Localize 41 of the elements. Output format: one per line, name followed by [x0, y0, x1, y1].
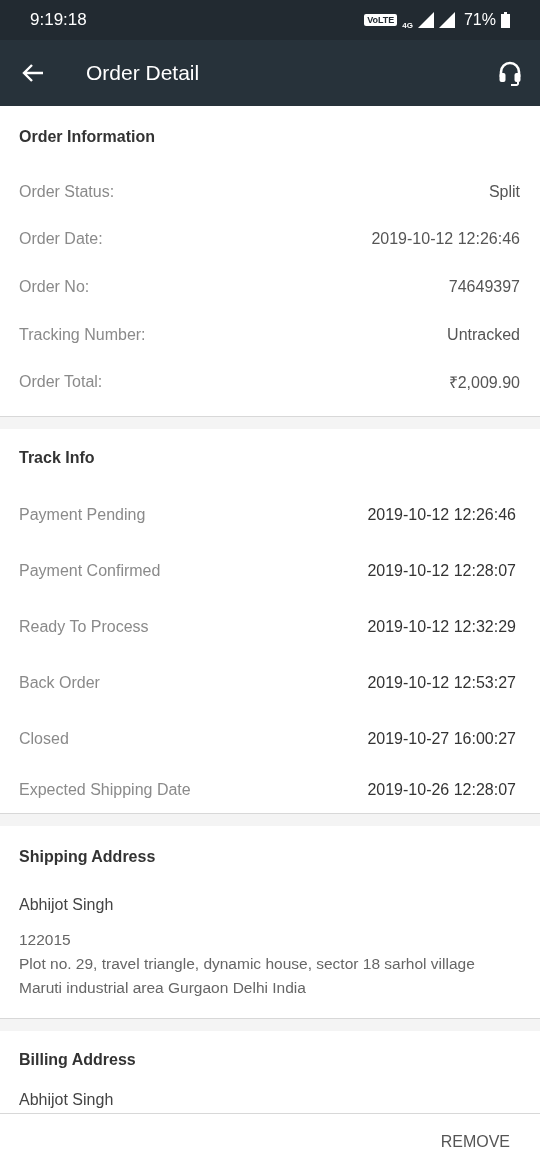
field-label: Order Status: [19, 182, 115, 201]
field-label: Order Date: [19, 230, 103, 249]
section-title: Order Information [19, 127, 156, 147]
recipient-name: Abhijot Singh [19, 1089, 115, 1109]
field-label: Order No: [19, 278, 90, 296]
track-time: 2019-10-12 12:28:07 [367, 561, 516, 580]
remove-button[interactable]: REMOVE [438, 1127, 512, 1157]
track-time: 2019-10-26 12:28:07 [367, 780, 516, 799]
headset-icon[interactable] [498, 60, 522, 86]
postcode: 122015 [19, 929, 72, 950]
track-time: 2019-10-27 16:00:27 [367, 729, 516, 748]
signal-icon [438, 12, 455, 28]
section-title: Billing Address [19, 1049, 137, 1070]
track-status: Closed [19, 729, 69, 748]
track-time: 2019-10-12 12:53:27 [367, 673, 516, 692]
field-label: Tracking Number: [19, 325, 146, 344]
back-arrow-icon[interactable] [22, 63, 44, 83]
field-value: 2019-10-12 12:26:46 [371, 230, 520, 249]
status-time: 9:19:18 [30, 10, 87, 30]
recipient-name: Abhijot Singh [19, 894, 115, 915]
page-title: Order Detail [86, 61, 201, 85]
address-text: Plot no. 29, travel triangle, dynamic house, sector 18 sarhol village Maruti industrial area Gurgaon Delhi India [19, 953, 476, 998]
volte-badge: VoLTE [364, 14, 398, 26]
track-time: 2019-10-12 12:32:29 [367, 617, 516, 636]
field-value: Untracked [447, 325, 520, 344]
network-type: 4G [402, 20, 413, 30]
signal-icon [417, 12, 434, 28]
track-status: Payment Confirmed [19, 561, 161, 580]
track-status: Expected Shipping Date [19, 780, 191, 799]
field-value: ₹2,009.90 [448, 373, 520, 394]
field-value: 74649397 [448, 278, 520, 296]
track-status: Ready To Process [19, 617, 149, 636]
track-time: 2019-10-12 12:26:46 [367, 505, 516, 524]
section-title: Shipping Address [19, 846, 157, 867]
track-status: Payment Pending [19, 505, 146, 524]
track-status: Back Order [19, 673, 100, 692]
battery-level: 71% [463, 11, 496, 29]
battery-icon [501, 12, 510, 28]
section-title: Track Info [19, 447, 96, 468]
field-label: Order Total: [19, 373, 103, 392]
field-value: Split [488, 182, 520, 201]
